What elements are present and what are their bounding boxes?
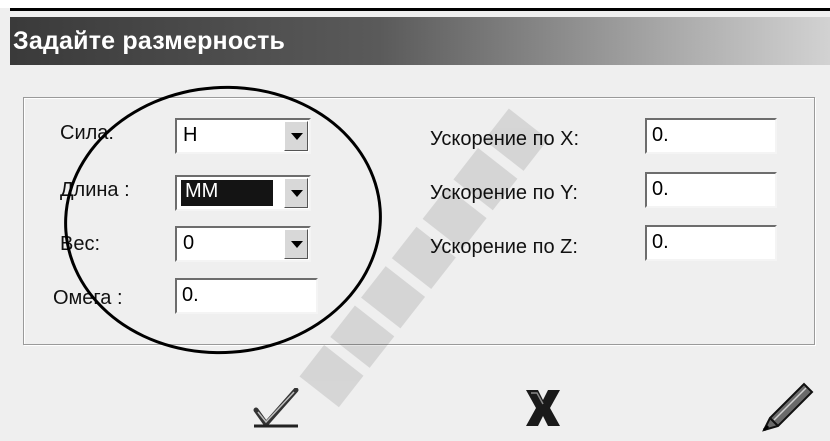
accel-x-value: 0.: [652, 124, 669, 146]
accel-x-field[interactable]: 0.: [645, 118, 777, 154]
omega-value: 0.: [182, 284, 199, 306]
ok-button[interactable]: [252, 387, 300, 428]
omega-field[interactable]: 0.: [175, 278, 318, 314]
top-edge: [0, 0, 830, 8]
x-icon: [526, 390, 560, 426]
accel-z-field[interactable]: 0.: [645, 225, 777, 261]
chevron-down-icon[interactable]: [284, 178, 308, 208]
omega-label: Омега :: [53, 287, 123, 309]
edit-button[interactable]: [758, 380, 818, 435]
window-title: Задайте размерность: [13, 27, 286, 55]
checkmark-icon: [253, 387, 299, 428]
accel-y-field[interactable]: 0.: [645, 172, 777, 208]
title-bar[interactable]: Задайте размерность: [10, 17, 830, 65]
chevron-down-icon[interactable]: [284, 229, 308, 259]
pen-icon: [762, 382, 814, 432]
force-select[interactable]: Н: [175, 118, 311, 154]
accel-y-value: 0.: [652, 178, 669, 200]
chevron-down-icon[interactable]: [284, 121, 308, 151]
length-value: ММ: [181, 180, 273, 206]
accel-z-value: 0.: [652, 231, 669, 253]
force-value: Н: [183, 124, 198, 146]
top-border-line: [10, 8, 830, 11]
dialog-window: Задайте размерность Сила: Н Длина : ММ В…: [0, 0, 830, 441]
weight-label: Вес:: [60, 233, 101, 255]
weight-select[interactable]: 0: [175, 226, 311, 262]
length-select[interactable]: ММ: [175, 175, 311, 211]
cancel-button[interactable]: [522, 388, 564, 428]
force-label: Сила:: [60, 122, 114, 144]
accel-y-label: Ускорение по Y:: [430, 182, 578, 204]
length-label: Длина :: [60, 179, 130, 201]
accel-x-label: Ускорение по X:: [430, 128, 580, 150]
weight-value: 0: [183, 232, 195, 254]
accel-z-label: Ускорение по Z:: [430, 236, 578, 258]
